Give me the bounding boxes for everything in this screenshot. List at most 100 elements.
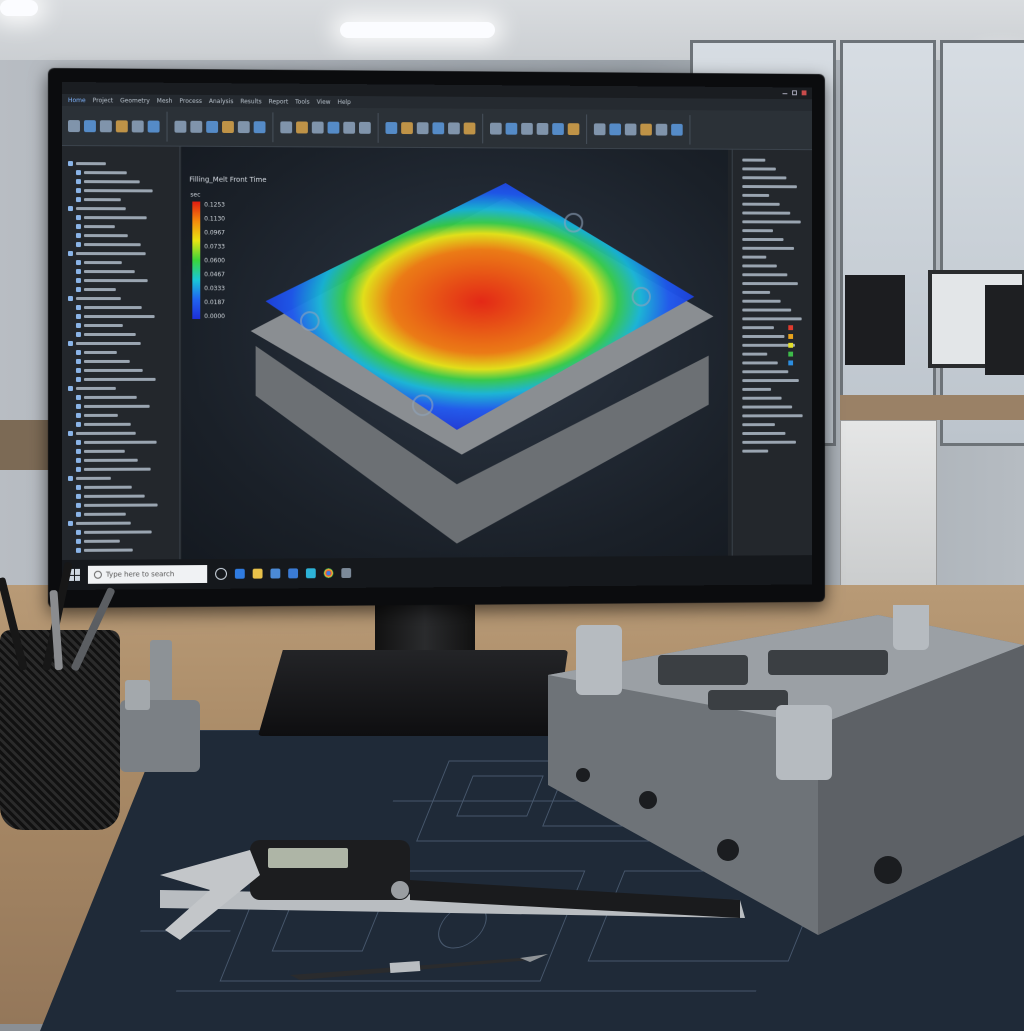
- store-icon[interactable]: [270, 568, 281, 579]
- tree-item[interactable]: [75, 403, 175, 411]
- ribbon-tool-icon[interactable]: [311, 121, 324, 134]
- ribbon-tool-icon[interactable]: [432, 121, 445, 134]
- tree-item[interactable]: [75, 259, 175, 267]
- property-row[interactable]: [737, 299, 810, 305]
- property-row[interactable]: [737, 369, 810, 375]
- ribbon-tool-icon[interactable]: [147, 120, 160, 133]
- tree-item[interactable]: [75, 367, 175, 375]
- taskbar-search[interactable]: Type here to search: [87, 565, 208, 584]
- tree-item[interactable]: [67, 250, 168, 258]
- explorer-icon[interactable]: [252, 568, 263, 579]
- ribbon-tool-icon[interactable]: [505, 122, 518, 135]
- ribbon-tool-icon[interactable]: [490, 122, 502, 135]
- property-row[interactable]: [737, 396, 810, 402]
- ribbon-tool-icon[interactable]: [593, 122, 606, 135]
- tree-item[interactable]: [75, 313, 175, 321]
- tree-item[interactable]: [75, 484, 175, 492]
- tree-item[interactable]: [75, 277, 175, 285]
- tree-item[interactable]: [75, 358, 175, 366]
- tree-item[interactable]: [67, 160, 168, 168]
- ribbon-tool-icon[interactable]: [327, 121, 340, 134]
- ribbon-tool-icon[interactable]: [624, 123, 637, 135]
- tree-item[interactable]: [75, 457, 175, 465]
- property-row[interactable]: [737, 263, 810, 269]
- property-row[interactable]: [737, 219, 810, 225]
- menu-item[interactable]: Analysis: [209, 98, 233, 105]
- ribbon-tool-icon[interactable]: [206, 120, 219, 133]
- tree-item[interactable]: [75, 178, 175, 186]
- tree-item[interactable]: [75, 510, 175, 519]
- ribbon-tool-icon[interactable]: [521, 122, 533, 135]
- ribbon-tool-icon[interactable]: [463, 122, 476, 134]
- tree-item[interactable]: [75, 286, 175, 294]
- property-row[interactable]: [737, 351, 810, 358]
- menu-item[interactable]: View: [317, 98, 331, 105]
- property-row[interactable]: [737, 413, 810, 419]
- property-row[interactable]: [737, 316, 810, 322]
- menu-item[interactable]: Results: [240, 98, 261, 105]
- property-row[interactable]: [737, 237, 810, 243]
- ribbon-tool-icon[interactable]: [131, 119, 144, 132]
- tree-item[interactable]: [75, 223, 175, 231]
- minimize-icon[interactable]: [782, 93, 788, 95]
- tree-item[interactable]: [75, 528, 175, 537]
- ribbon-tool-icon[interactable]: [83, 119, 96, 132]
- tree-item[interactable]: [75, 214, 175, 222]
- tree-item[interactable]: [67, 475, 168, 483]
- ribbon-tool-icon[interactable]: [358, 121, 371, 134]
- menu-item[interactable]: Geometry: [120, 97, 150, 104]
- ribbon-tool-icon[interactable]: [280, 120, 293, 133]
- tree-item[interactable]: [67, 519, 168, 528]
- menu-item[interactable]: Report: [269, 98, 289, 105]
- property-row[interactable]: [737, 166, 810, 172]
- ribbon-tool-icon[interactable]: [174, 120, 187, 133]
- property-row[interactable]: [737, 281, 810, 287]
- property-row[interactable]: [737, 422, 810, 428]
- tree-item[interactable]: [75, 492, 175, 500]
- property-row[interactable]: [737, 272, 810, 278]
- tree-item[interactable]: [75, 412, 175, 420]
- menu-item[interactable]: Home: [68, 97, 86, 104]
- tree-item[interactable]: [75, 331, 175, 339]
- property-row[interactable]: [737, 308, 810, 314]
- ribbon-tool-icon[interactable]: [640, 123, 652, 136]
- tree-item[interactable]: [67, 295, 168, 303]
- ribbon-tool-icon[interactable]: [655, 123, 668, 136]
- property-row[interactable]: [737, 175, 810, 181]
- tree-item[interactable]: [75, 421, 175, 429]
- tree-item[interactable]: [75, 394, 175, 402]
- tree-item[interactable]: [75, 187, 175, 195]
- property-row[interactable]: [737, 448, 810, 454]
- menu-item[interactable]: Project: [93, 97, 113, 104]
- task-view-icon[interactable]: [215, 567, 227, 580]
- property-row[interactable]: [737, 202, 810, 208]
- tree-item[interactable]: [75, 439, 175, 447]
- ribbon-tool-icon[interactable]: [416, 121, 429, 134]
- tree-item[interactable]: [67, 430, 168, 438]
- menu-item[interactable]: Mesh: [157, 97, 173, 104]
- app-icon[interactable]: [305, 568, 316, 579]
- ribbon-tool-icon[interactable]: [671, 123, 683, 136]
- property-row[interactable]: [737, 193, 810, 199]
- ribbon-tool-icon[interactable]: [448, 121, 460, 134]
- maximize-icon[interactable]: [792, 90, 797, 96]
- ribbon-tool-icon[interactable]: [222, 120, 234, 133]
- tree-item[interactable]: [75, 376, 175, 384]
- property-row[interactable]: [737, 360, 810, 366]
- tree-item[interactable]: [75, 501, 175, 509]
- property-row[interactable]: [737, 342, 810, 349]
- tree-item[interactable]: [75, 241, 175, 249]
- ribbon-tool-icon[interactable]: [385, 121, 398, 134]
- ribbon-tool-icon[interactable]: [99, 119, 112, 132]
- ribbon-tool-icon[interactable]: [237, 120, 250, 133]
- ribbon-tool-icon[interactable]: [67, 119, 80, 132]
- mail-icon[interactable]: [288, 568, 299, 579]
- tree-item[interactable]: [67, 205, 168, 213]
- ribbon-tool-icon[interactable]: [115, 119, 128, 132]
- property-row[interactable]: [737, 431, 810, 437]
- ribbon-tool-icon[interactable]: [190, 120, 203, 133]
- ribbon-tool-icon[interactable]: [567, 122, 580, 135]
- edge-icon[interactable]: [234, 568, 245, 579]
- property-row[interactable]: [737, 211, 810, 217]
- 3d-viewport[interactable]: [181, 146, 728, 566]
